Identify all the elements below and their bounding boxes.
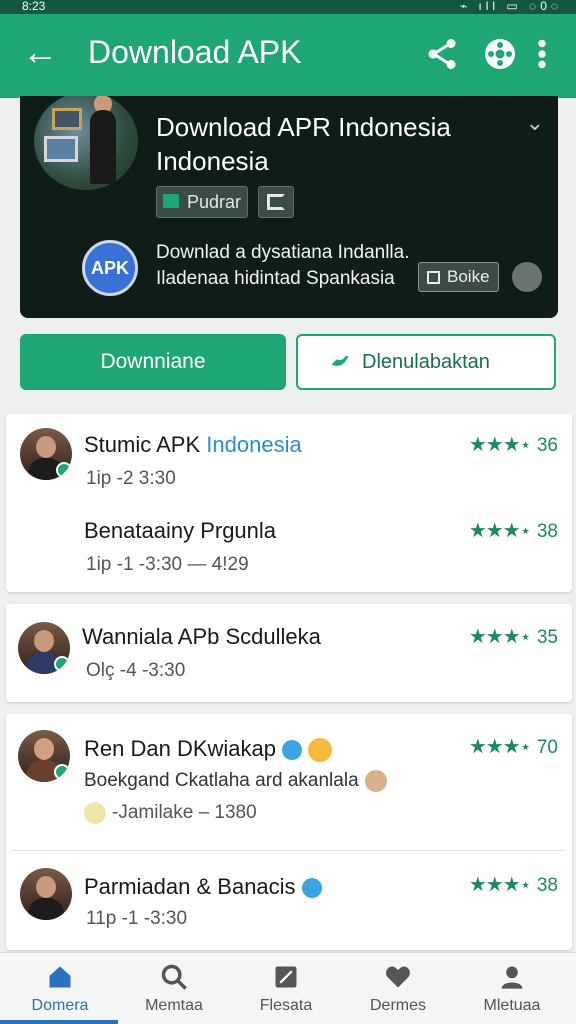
item-name[interactable]: Stumic APK Indonesia: [84, 432, 302, 458]
home-icon: [49, 966, 71, 988]
rating: ★★★⋆ 35: [468, 626, 558, 648]
item-meta: 1ip -1 -3:30 — 4!29: [86, 554, 249, 575]
hero-description: Downlad a dysatiana Indanlla. Iladenaa h…: [156, 242, 410, 289]
expand-chip[interactable]: [258, 186, 294, 218]
nav-item-gallery[interactable]: Flesata: [236, 963, 336, 1015]
hero-card[interactable]: Download APR Indonesia Indonesia ⌄ Pudra…: [20, 96, 558, 318]
category-chip-label: Pudrar: [187, 192, 242, 212]
nav-label: Dermes: [369, 997, 426, 1014]
divider: [12, 850, 566, 851]
options-button[interactable]: [512, 262, 542, 292]
verified-icon: [281, 740, 302, 761]
item-meta: 1ip -2 3:30: [86, 468, 176, 489]
rating: ★★★⋆ 38: [468, 520, 558, 542]
secondary-button[interactable]: Dlenulabaktan: [296, 334, 556, 390]
stars-icon: ★★★: [468, 434, 521, 456]
avatar: [18, 730, 70, 782]
list-card: Wanniala APb Scdulleka Olç -4 -3:30 ★★★⋆…: [6, 604, 572, 702]
more-vert-icon[interactable]: [530, 36, 554, 72]
frame-icon: [267, 194, 285, 210]
secondary-button-label: Dlenulabaktan: [362, 351, 490, 373]
download-button[interactable]: Downniane: [20, 334, 286, 390]
nav-label: Memtaa: [145, 997, 203, 1014]
list-card: Stumic APK Indonesia 1ip -2 3:30 ★★★⋆ 36…: [6, 414, 572, 592]
bird-icon: [331, 356, 349, 366]
square-icon: [427, 271, 440, 284]
rating: ★★★⋆ 36: [468, 434, 558, 456]
mini-avatar: [84, 802, 106, 824]
active-tab-indicator: [0, 1020, 118, 1024]
item-meta: Olç -4 -3:30: [86, 660, 186, 681]
share-icon[interactable]: [424, 36, 460, 72]
item-name[interactable]: Wanniala APb Scdulleka: [82, 624, 321, 650]
bottom-nav: Domera Memtaa Flesata Dermes Mletuaa: [0, 952, 576, 1024]
item-subtitle: Boekgand Ckatlaha ard akanlala: [84, 770, 387, 792]
check-badge-icon: [54, 764, 70, 780]
status-time: 8:23: [22, 0, 46, 13]
nav-item-profile[interactable]: Mletuaa: [462, 963, 562, 1015]
list-card: Ren Dan DKwiakap Boekgand Ckatlaha ard a…: [6, 714, 572, 950]
nav-item-favorites[interactable]: Dermes: [348, 963, 448, 1015]
check-badge-icon: [56, 462, 72, 478]
category-chip[interactable]: Pudrar: [156, 186, 249, 218]
item-name[interactable]: Benataainy Prgunla: [84, 518, 276, 544]
emoji-icon: [307, 738, 332, 763]
rating: ★★★⋆ 38: [468, 874, 558, 896]
nav-item-search[interactable]: Memtaa: [124, 963, 224, 1015]
avatar: [20, 428, 72, 480]
avatar: [20, 868, 72, 920]
nav-label: Flesata: [259, 997, 313, 1014]
rating: ★★★⋆ 70: [468, 736, 558, 758]
chevron-down-icon[interactable]: ⌄: [526, 110, 544, 136]
status-icons: ⌁ ıll ▭ ◌0◌: [459, 0, 562, 13]
back-button[interactable]: ←: [20, 32, 60, 72]
stars-icon: ★★★: [468, 736, 521, 758]
profile-icon: [501, 966, 523, 989]
item-name[interactable]: Ren Dan DKwiakap: [84, 736, 332, 763]
nav-item-home[interactable]: Domera: [10, 963, 110, 1015]
status-bar: 8:23 ⌁ ıll ▭ ◌0◌: [0, 0, 576, 14]
nav-label: Mletuaa: [483, 997, 541, 1014]
boike-button[interactable]: Boike: [418, 262, 499, 292]
globe-icon[interactable]: [482, 36, 518, 72]
stars-icon: ★★★: [468, 520, 521, 542]
item-meta: -Jamilake – 1380: [84, 802, 257, 824]
verified-icon: [301, 878, 322, 899]
folder-icon: [163, 194, 179, 208]
image-icon: [275, 966, 297, 988]
hero-title: Download APR Indonesia Indonesia: [156, 112, 451, 176]
page-title: Download APK: [88, 34, 302, 70]
item-name[interactable]: Parmiadan & Banacis: [84, 874, 322, 900]
app-bar: ← Download APK: [0, 14, 576, 98]
arrow-left-icon: ←: [22, 31, 58, 72]
stars-icon: ★★★: [468, 874, 521, 896]
avatar: [18, 622, 70, 674]
boike-label: Boike: [447, 267, 490, 286]
item-meta: 11p -1 -3:30: [86, 908, 188, 929]
check-badge-icon: [54, 656, 70, 672]
search-icon: [161, 964, 187, 990]
hero-photo: [34, 96, 138, 190]
mini-avatar: [364, 770, 387, 792]
stars-icon: ★★★: [468, 626, 521, 648]
nav-label: Domera: [31, 997, 89, 1014]
heart-icon: [386, 966, 410, 988]
apk-badge: APK: [82, 240, 138, 296]
